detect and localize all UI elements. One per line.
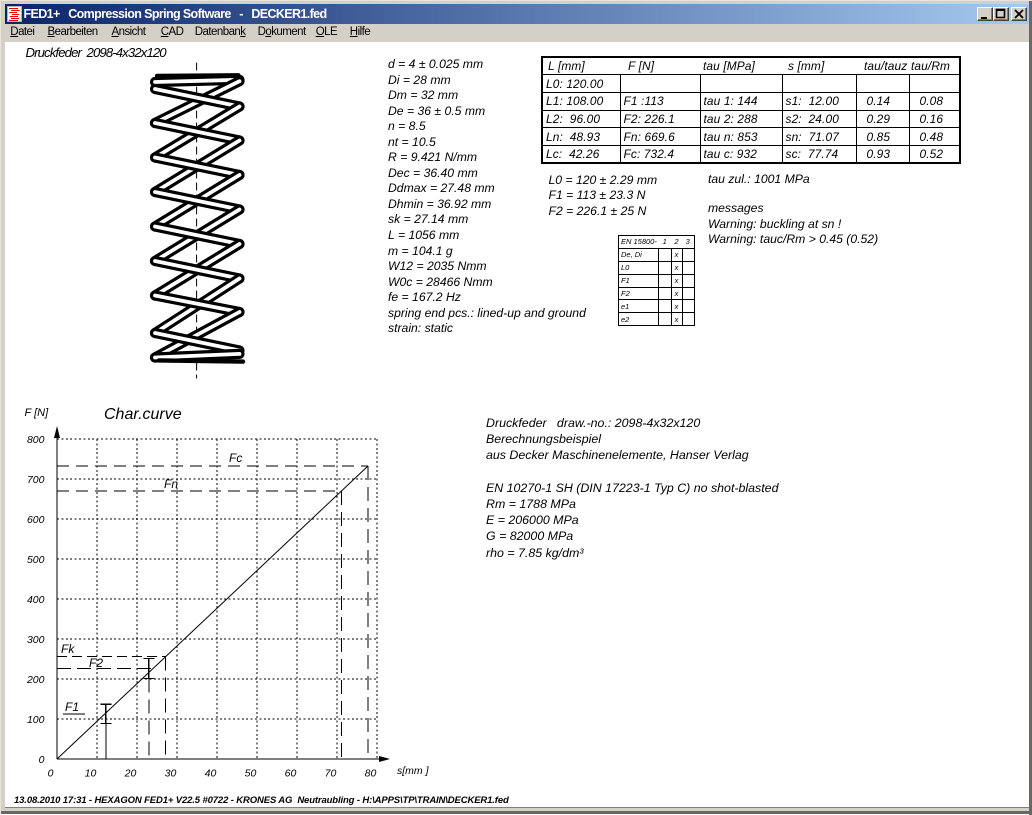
svg-text:40: 40 [205, 768, 217, 780]
svg-text:300: 300 [27, 634, 45, 646]
svg-text:70: 70 [325, 768, 337, 780]
svg-text:60: 60 [285, 768, 297, 780]
svg-text:0: 0 [48, 768, 54, 780]
svg-text:0: 0 [39, 754, 45, 766]
svg-text:500: 500 [27, 554, 45, 566]
svg-text:100: 100 [27, 714, 45, 726]
svg-text:F1: F1 [65, 700, 79, 714]
svg-text:400: 400 [27, 594, 45, 606]
svg-text:Fk: Fk [61, 642, 75, 656]
svg-text:80: 80 [365, 768, 377, 780]
svg-text:50: 50 [245, 768, 257, 780]
svg-text:30: 30 [165, 768, 177, 780]
svg-text:Fn: Fn [164, 477, 178, 491]
svg-text:700: 700 [27, 474, 45, 486]
svg-text:F2: F2 [89, 656, 103, 670]
svg-text:20: 20 [124, 768, 137, 780]
svg-text:800: 800 [27, 434, 45, 446]
svg-text:Fc: Fc [229, 451, 242, 465]
svg-text:600: 600 [27, 514, 45, 526]
svg-text:200: 200 [26, 674, 45, 686]
svg-text:10: 10 [85, 768, 97, 780]
